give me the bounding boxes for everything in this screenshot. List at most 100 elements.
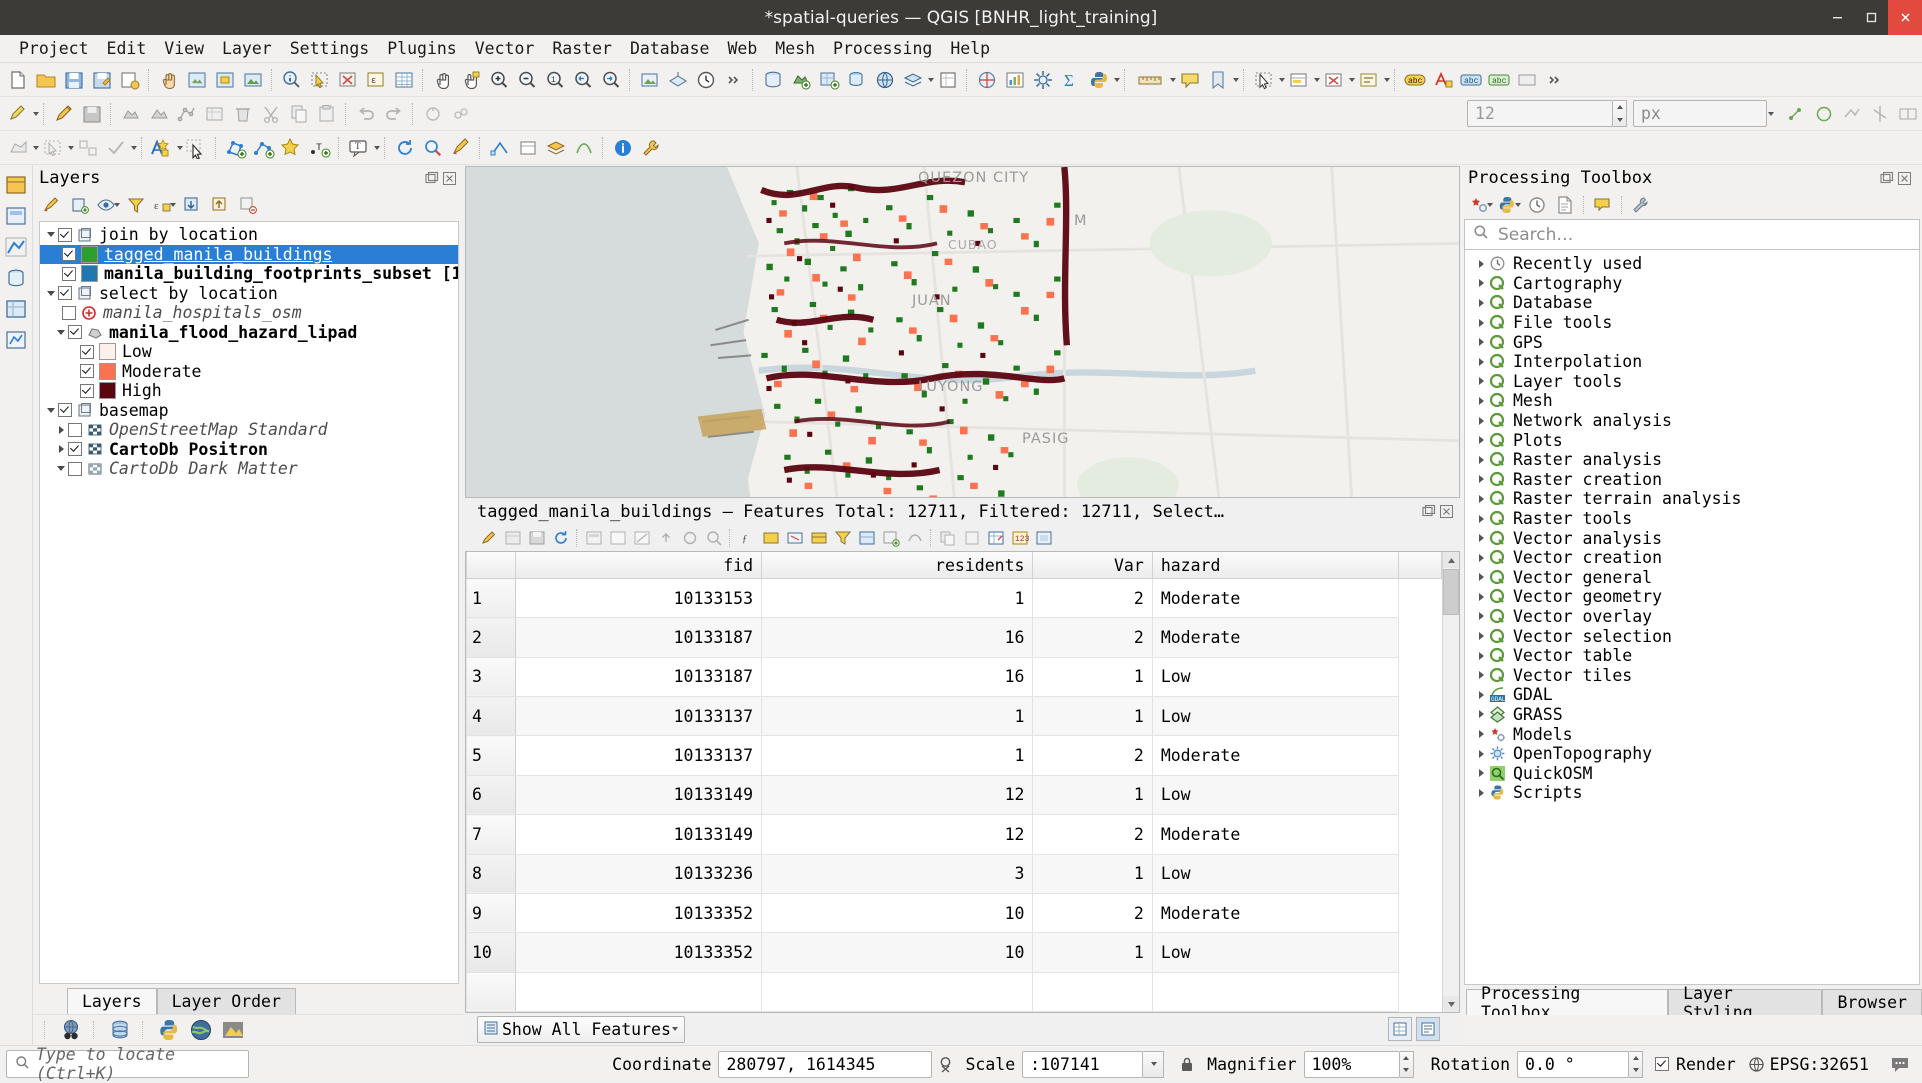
expand-arrow-icon[interactable] xyxy=(1474,475,1489,484)
zoom-to-selected-icon[interactable] xyxy=(702,527,725,549)
shape-digitizing-icon[interactable] xyxy=(1810,100,1838,128)
row-index[interactable]: 7 xyxy=(466,814,516,855)
models-icon[interactable] xyxy=(1468,193,1494,217)
processing-item-layer-tools[interactable]: Layer tools xyxy=(1465,372,1919,392)
open-layer-styling-icon[interactable] xyxy=(39,193,65,217)
save-edits-icon[interactable] xyxy=(525,527,548,549)
annotation-dropdown-icon[interactable] xyxy=(374,145,380,150)
add-group-icon[interactable] xyxy=(67,193,93,217)
layers-tree[interactable]: join by location tagged_manila_buildings… xyxy=(39,221,459,984)
select-none-icon[interactable] xyxy=(606,527,629,549)
render-toggle[interactable]: Render xyxy=(1655,1055,1738,1074)
current-edits-icon[interactable] xyxy=(4,100,32,128)
zoom-selection-icon[interactable] xyxy=(211,66,239,94)
deselect-icon[interactable] xyxy=(334,66,362,94)
cell-fid[interactable]: 10133153 xyxy=(514,577,763,619)
select-value-icon[interactable] xyxy=(1285,66,1313,94)
menu-view[interactable]: View xyxy=(155,37,213,60)
expand-arrow-icon[interactable] xyxy=(1474,710,1489,719)
table-view-button[interactable] xyxy=(1388,1017,1412,1041)
measure-line-icon[interactable] xyxy=(1131,66,1169,94)
chevron-down-icon[interactable] xyxy=(671,1027,678,1031)
add-feature-icon[interactable] xyxy=(117,100,145,128)
layer-styling-panel-icon[interactable] xyxy=(4,328,28,352)
edit-model-icon[interactable] xyxy=(1590,193,1616,217)
cell-var[interactable]: 1 xyxy=(1032,932,1153,973)
offset-point-symbols-icon[interactable] xyxy=(447,100,475,128)
attribute-table-grid[interactable]: fid residents Var hazard 1 10133153 1 2 Mode… xyxy=(465,551,1460,1013)
snapping-toggle-icon[interactable] xyxy=(486,134,514,162)
font-unit-field[interactable]: px xyxy=(1633,100,1767,127)
menu-processing[interactable]: Processing xyxy=(824,37,941,60)
locator-bar[interactable]: Type to locate (Ctrl+K) xyxy=(6,1045,249,1083)
expand-arrow-icon[interactable] xyxy=(1474,534,1489,543)
cell-fid[interactable]: 10133137 xyxy=(514,735,763,776)
remove-layer-icon[interactable] xyxy=(235,193,261,217)
table-row-partial[interactable] xyxy=(466,971,1442,1013)
table-row[interactable]: 5 10133137 1 2 Moderate xyxy=(466,735,1442,776)
delete-field-icon[interactable] xyxy=(783,527,806,549)
expand-arrow-icon[interactable] xyxy=(54,466,68,472)
cell-fid[interactable]: 10133137 xyxy=(514,696,763,737)
save-project-icon[interactable] xyxy=(60,66,88,94)
minimize-button[interactable] xyxy=(1820,0,1854,35)
table-row[interactable]: 3 10133187 16 1 Low xyxy=(466,656,1442,698)
paste-features-icon[interactable] xyxy=(313,100,341,128)
cell-residents[interactable] xyxy=(761,971,1034,1013)
history-icon[interactable] xyxy=(1524,193,1550,217)
db-manager-icon[interactable] xyxy=(4,297,28,321)
form-view-button[interactable] xyxy=(1416,1017,1440,1041)
layer-item-openstreetmap-standard[interactable]: OpenStreetMap Standard xyxy=(40,420,458,440)
cell-var[interactable] xyxy=(1032,971,1153,1013)
menu-raster[interactable]: Raster xyxy=(543,37,621,60)
python-icon[interactable] xyxy=(1496,193,1522,217)
paste-rows-icon[interactable] xyxy=(960,527,983,549)
processing-item-vector-analysis[interactable]: Vector analysis xyxy=(1465,528,1919,548)
processing-item-vector-table[interactable]: Vector table xyxy=(1465,646,1919,666)
processing-item-gps[interactable]: GPS xyxy=(1465,332,1919,352)
select-by-expression-icon[interactable]: ƒ xyxy=(735,527,758,549)
row-index[interactable]: 8 xyxy=(466,853,516,894)
cell-residents[interactable]: 1 xyxy=(761,577,1034,619)
toggle-multiedit-icon[interactable] xyxy=(501,527,524,549)
rotation-spinner[interactable] xyxy=(1629,1050,1644,1078)
layer-item-cartodb-positron[interactable]: CartoDb Positron xyxy=(40,440,458,460)
column-header-residents[interactable]: residents xyxy=(761,552,1034,579)
snap-settings-icon[interactable] xyxy=(514,134,542,162)
help-info-icon[interactable] xyxy=(609,134,637,162)
cell-var[interactable]: 2 xyxy=(1032,892,1153,934)
open-field-calculator-icon[interactable] xyxy=(807,527,830,549)
invert-selection-icon[interactable] xyxy=(630,527,653,549)
export-table-icon[interactable] xyxy=(984,527,1007,549)
processing-panel-float-button[interactable] xyxy=(1879,171,1894,186)
new-field-icon[interactable] xyxy=(759,527,782,549)
table-row[interactable]: 2 10133187 16 2 Moderate xyxy=(466,617,1442,658)
log-icon[interactable] xyxy=(1552,193,1578,217)
group-checkbox[interactable] xyxy=(58,286,72,301)
processing-item-database[interactable]: Database xyxy=(1465,293,1919,313)
messages-icon[interactable] xyxy=(1890,1054,1916,1074)
data-source-manager-icon[interactable] xyxy=(759,66,787,94)
cell-residents[interactable]: 16 xyxy=(761,656,1034,698)
scale-field[interactable]: :107141 xyxy=(1022,1050,1144,1078)
zoom-native-icon[interactable]: 1 xyxy=(541,66,569,94)
new-3d-map-view-icon[interactable] xyxy=(664,66,692,94)
cell-hazard[interactable]: Moderate xyxy=(1151,814,1399,855)
cell-hazard[interactable]: Moderate xyxy=(1151,577,1399,619)
tab-browser[interactable]: Browser xyxy=(1822,989,1922,1015)
expand-arrow-icon[interactable] xyxy=(44,407,58,413)
pan-to-selected-icon[interactable] xyxy=(678,527,701,549)
add-line-vertex-icon[interactable] xyxy=(250,134,278,162)
expand-arrow-icon[interactable] xyxy=(1474,514,1489,523)
layer-checkbox[interactable] xyxy=(62,247,76,262)
expand-arrow-icon[interactable] xyxy=(1474,788,1489,797)
pan-to-selection-icon[interactable] xyxy=(457,66,485,94)
processing-item-vector-overlay[interactable]: Vector overlay xyxy=(1465,607,1919,627)
zoom-in-icon[interactable] xyxy=(485,66,513,94)
temporal-controller-icon[interactable] xyxy=(692,66,720,94)
save-layer-edits-icon[interactable] xyxy=(78,100,106,128)
layer-checkbox[interactable] xyxy=(62,305,76,320)
diagram-properties-icon[interactable]: abc xyxy=(1457,66,1485,94)
attribute-table-float-button[interactable] xyxy=(1421,504,1436,519)
manage-visibility-icon[interactable] xyxy=(95,193,121,217)
